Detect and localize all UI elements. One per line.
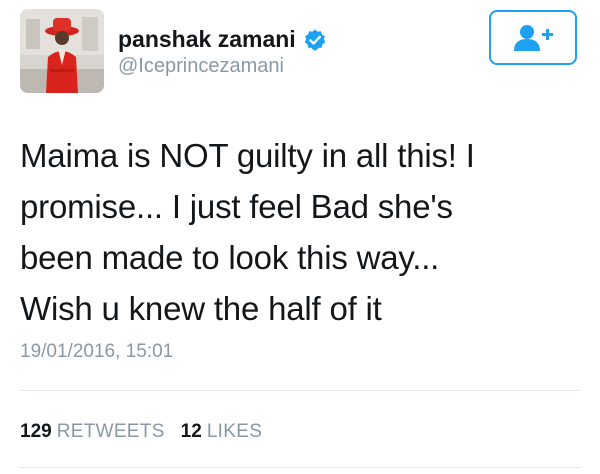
user-name-text[interactable]: panshak zamani (118, 26, 296, 53)
tweet-card: panshak zamani @Iceprincezamani Maima is… (0, 0, 600, 474)
likes-count: 12 (180, 421, 202, 442)
tweet-text: Maima is NOT guilty in all this! I promi… (20, 130, 580, 334)
likes-label: LIKES (206, 421, 263, 442)
follow-user-plus-icon (514, 24, 553, 51)
user-name[interactable]: panshak zamani (118, 26, 327, 53)
divider (20, 467, 580, 468)
avatar-photo-icon (20, 9, 104, 93)
tweet-text-line: Wish u knew the half of it (20, 290, 382, 327)
retweets-label: RETWEETS (56, 421, 165, 442)
tweet-text-line: been made to look this way... (20, 239, 440, 276)
tweet-text-line: promise... I just feel Bad she's (20, 188, 453, 225)
user-handle[interactable]: @Iceprincezamani (118, 55, 284, 78)
tweet-timestamp[interactable]: 19/01/2016, 15:01 (20, 341, 173, 363)
follow-button[interactable] (489, 10, 577, 65)
divider (20, 390, 580, 391)
tweet-stats: 129 RETWEETS 12 LIKES (20, 421, 278, 443)
retweets-stat[interactable]: 129 RETWEETS (20, 421, 165, 443)
retweets-count: 129 (20, 421, 52, 442)
tweet-text-line: Maima is NOT guilty in all this! I (20, 137, 475, 174)
verified-badge-icon (303, 28, 327, 52)
likes-stat[interactable]: 12 LIKES (181, 421, 263, 443)
avatar[interactable] (20, 9, 104, 93)
